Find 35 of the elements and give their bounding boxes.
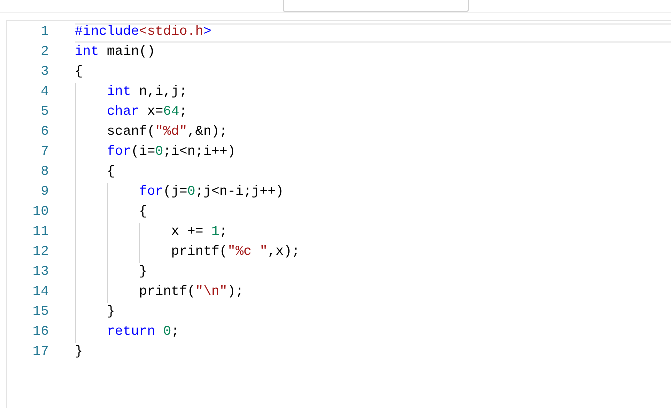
line-number: 17 [32,344,49,362]
code-line: for(i=0;i<n;i++) [106,145,236,161]
line-number: 11 [32,224,49,242]
line-number: 5 [40,104,49,122]
code-line: int main() [75,45,156,61]
code-line: return 0; [106,325,180,341]
code-line: { [106,165,116,181]
code-line: int n,i,j; [106,85,188,101]
code-line: printf("\n"); [138,285,244,301]
code-line: } [75,345,84,361]
code-line: { [138,205,148,221]
line-number: 8 [40,164,49,182]
line-number: 16 [32,324,49,342]
code-line: x += 1; [170,225,228,241]
code-line: scanf("%d",&n); [106,125,228,141]
line-number: 15 [32,304,49,322]
line-number: 6 [40,124,49,142]
line-number: 7 [40,144,49,162]
line-number: 9 [40,184,49,202]
code-line: printf("%c ",x); [170,245,300,261]
code-line: } [106,305,116,321]
code-line: char x=64; [106,105,188,121]
line-number: 14 [32,284,49,302]
code-line: for(j=0;j<n-i;j++) [138,185,284,201]
code-line: #include<stdio.h> [75,25,212,41]
line-number: 4 [40,84,49,102]
code-line: } [138,265,148,281]
line-number: 10 [32,204,49,222]
line-number: 1 [40,24,49,42]
line-number: 3 [40,64,49,82]
code-line: { [75,65,84,81]
line-number: 2 [40,44,49,62]
code-editor[interactable] [6,20,671,408]
line-number: 13 [32,264,49,282]
line-number: 12 [32,244,49,262]
